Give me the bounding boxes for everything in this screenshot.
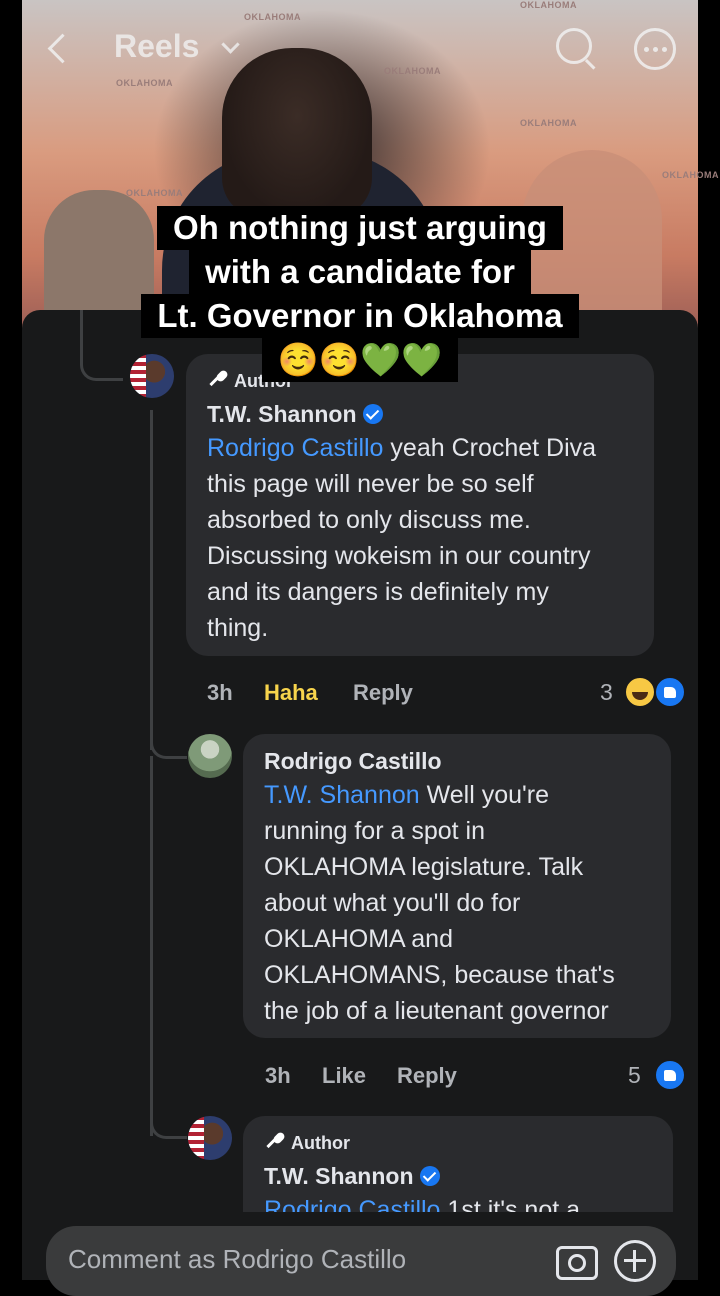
caption-line: with a candidate for — [189, 250, 531, 294]
caption-line: Oh nothing just arguing — [157, 206, 563, 250]
like-reaction-icon — [654, 676, 686, 708]
comment-text: T.W. Shannon Well you're running for a s… — [264, 781, 615, 1025]
mention-link[interactable]: Rodrigo Castillo — [207, 434, 383, 462]
reels-header: Reels — [22, 18, 698, 82]
comment-text: Rodrigo Castillo yeah Crochet Diva this … — [207, 434, 597, 642]
reaction-button[interactable]: Haha — [264, 680, 318, 706]
comment-composer[interactable]: Comment as Rodrigo Castillo — [46, 1226, 676, 1296]
avatar[interactable] — [188, 734, 232, 778]
backdrop-logo: OKLAHOMA — [126, 188, 183, 198]
author-badge: Author — [265, 1132, 350, 1154]
back-arrow-icon[interactable] — [47, 33, 78, 64]
thread-connector — [150, 1090, 187, 1139]
backdrop-logo: OKLAHOMA — [520, 0, 577, 10]
haha-reaction-icon — [624, 676, 656, 708]
verified-badge-icon — [419, 1166, 440, 1186]
chevron-down-icon[interactable] — [221, 35, 240, 54]
search-icon[interactable] — [556, 28, 592, 64]
reaction-count[interactable]: 5 — [628, 1062, 641, 1089]
thread-line — [150, 756, 153, 1136]
reply-button[interactable]: Reply — [353, 680, 413, 706]
comment-text: Rodrigo Castillo 1st it's not a — [264, 1192, 664, 1214]
like-reaction-icon — [654, 1059, 686, 1091]
comment-author-name[interactable]: T.W. Shannon — [264, 1163, 440, 1190]
thread-connector — [150, 700, 187, 759]
comment-time: 3h — [207, 680, 233, 705]
comment-time: 3h — [265, 1063, 291, 1088]
comment-author-name[interactable]: T.W. Shannon — [207, 401, 383, 428]
more-options-icon[interactable] — [634, 28, 676, 70]
reaction-count[interactable]: 3 — [600, 679, 613, 706]
verified-badge-icon — [362, 404, 383, 424]
microphone-icon — [265, 1132, 285, 1152]
backdrop-logo: OKLAHOMA — [662, 170, 719, 180]
add-icon[interactable] — [614, 1240, 656, 1282]
camera-icon[interactable] — [556, 1246, 598, 1280]
reels-title[interactable]: Reels — [114, 28, 199, 65]
caption-line: ☺️☺️💚💚 — [261, 338, 459, 382]
caption-line: Lt. Governor in Oklahoma — [141, 294, 579, 338]
video-caption: Oh nothing just arguing with a candidate… — [0, 206, 720, 382]
comment-author-name[interactable]: Rodrigo Castillo — [264, 748, 442, 775]
comment-input[interactable]: Comment as Rodrigo Castillo — [68, 1244, 406, 1275]
like-button[interactable]: Like — [322, 1063, 366, 1089]
backdrop-logo: OKLAHOMA — [520, 118, 577, 128]
reply-button[interactable]: Reply — [397, 1063, 457, 1089]
thread-line — [150, 410, 153, 750]
avatar[interactable] — [188, 1116, 232, 1160]
mention-link[interactable]: T.W. Shannon — [264, 781, 420, 809]
